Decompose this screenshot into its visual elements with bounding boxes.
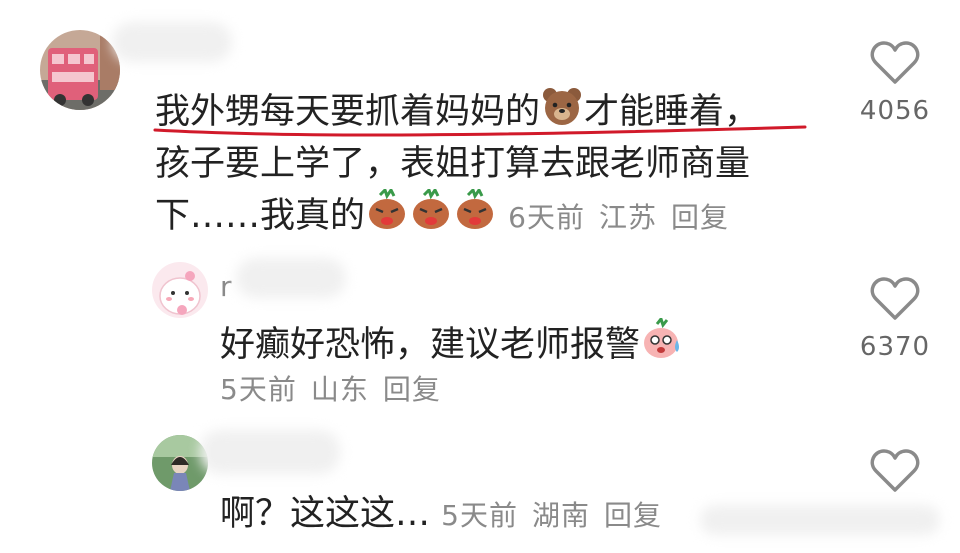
reply-button[interactable]: 回复 [604, 499, 662, 532]
avatar[interactable] [152, 435, 208, 491]
scared-bun-icon [641, 315, 683, 374]
comment-location: 山东 [310, 373, 369, 406]
heart-icon [870, 449, 920, 492]
comment-meta: 5天前 湖南 回复 [441, 499, 676, 532]
like-button[interactable]: 4056 [850, 40, 940, 126]
hidden-text-blurred [700, 505, 940, 535]
comment-location: 湖南 [531, 499, 590, 532]
avatar[interactable] [40, 30, 120, 110]
comment-text: 啊？这这这… 5天前 湖南 回复 [220, 490, 676, 540]
avatar[interactable] [152, 262, 208, 318]
comment-line-3: 下……我真的 [155, 196, 366, 236]
like-count: 6370 [859, 332, 931, 362]
angry-bun-icon [366, 187, 408, 245]
comment-text: 我外甥每天要抓着妈妈的 才能睡着， 孩子要上学了，表姐打算去跟老师商量 下……我… [155, 86, 759, 245]
reply-button[interactable]: 回复 [383, 373, 441, 406]
username-blurred [200, 430, 340, 474]
reply-button[interactable]: 回复 [671, 201, 729, 234]
comment-time: 5天前 [441, 499, 518, 532]
username-partial: r [220, 270, 232, 303]
angry-bun-icon [410, 187, 452, 245]
comment-body: 啊？这这这… [220, 494, 431, 534]
angry-bun-icon [454, 187, 496, 245]
red-underline [153, 125, 807, 137]
username-blurred [236, 258, 346, 298]
comment-meta: 6天前 江苏 回复 [508, 201, 743, 234]
comment-time: 6天前 [508, 201, 585, 234]
comment-line-2: 孩子要上学了，表姐打算去跟老师商量 [155, 144, 751, 184]
like-button[interactable] [850, 448, 940, 494]
heart-icon [870, 41, 920, 84]
comment-time: 5天前 [220, 373, 297, 406]
comment-meta: 5天前 山东 回复 [220, 365, 455, 414]
comment-body: 好癫好恐怖，建议老师报警 [220, 325, 641, 365]
like-count: 4056 [859, 96, 931, 126]
like-button[interactable]: 6370 [850, 276, 940, 362]
heart-icon [870, 277, 920, 320]
username-blurred [112, 22, 232, 62]
comment-location: 江苏 [598, 201, 657, 234]
